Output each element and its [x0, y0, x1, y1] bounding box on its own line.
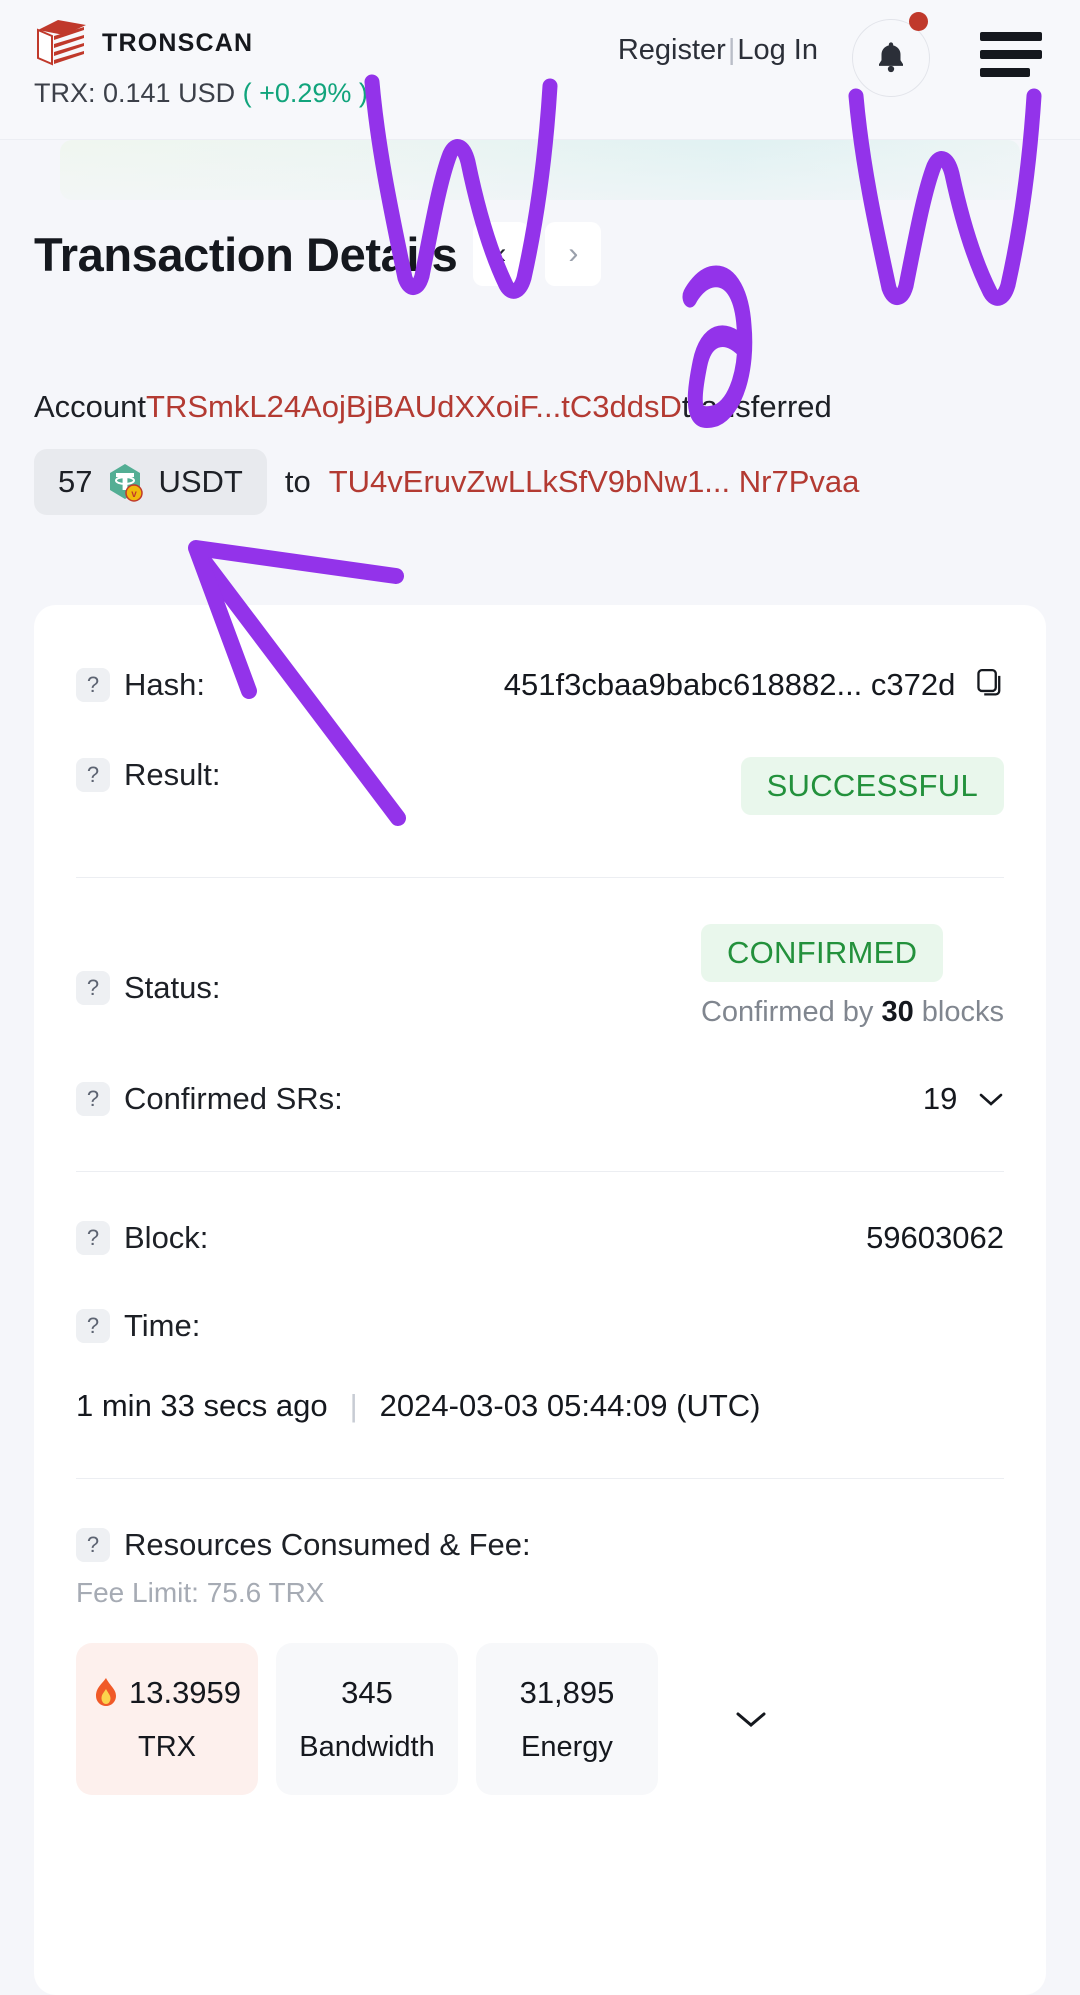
resources-row: ? Resources Consumed & Fee: — [34, 1479, 1046, 1563]
result-row: ? Result: SUCCESSFUL — [34, 703, 1046, 815]
result-label: Result: — [124, 757, 221, 792]
transfer-summary-line: AccountTRSmkL24AojBjBAUdXXoiF...tC3ddsDt… — [34, 388, 1046, 427]
resource-unit: Bandwidth — [299, 1730, 435, 1763]
bell-icon — [879, 42, 903, 73]
usdt-token-icon: v — [110, 463, 144, 502]
resource-card-energy: 31,895 Energy — [476, 1643, 658, 1795]
help-icon[interactable]: ? — [76, 758, 110, 792]
page-root: TRONSCAN TRX: 0.141 USD ( +0.29% ) Regis… — [0, 0, 1080, 1995]
resources-label-wrap: ? Resources Consumed & Fee: — [76, 1527, 531, 1563]
help-icon[interactable]: ? — [76, 1221, 110, 1255]
time-separator: | — [349, 1388, 358, 1423]
block-label-wrap: ? Block: — [76, 1220, 208, 1256]
to-address-link[interactable]: TU4vEruvZwLLkSfV9bNw1... Nr7Pvaa — [329, 464, 860, 500]
time-label: Time: — [124, 1308, 201, 1343]
resource-card-trx: 13.3959 TRX — [76, 1643, 258, 1795]
expand-resources-chevron-down-icon[interactable] — [734, 1709, 768, 1729]
auth-links: Register|Log In — [618, 34, 818, 67]
result-badge-wrap: SUCCESSFUL — [740, 757, 1004, 815]
help-icon[interactable]: ? — [76, 1309, 110, 1343]
trx-price: TRX: 0.141 USD ( +0.29% ) — [34, 78, 368, 109]
hash-label-wrap: ? Hash: — [76, 667, 205, 703]
transferred-word: transferred — [681, 389, 832, 424]
confirmed-prefix: Confirmed by — [700, 996, 874, 1028]
hash-label: Hash: — [124, 667, 205, 702]
resource-value: 345 — [341, 1674, 393, 1710]
help-icon[interactable]: ? — [76, 971, 110, 1005]
transaction-details-card: ? Hash: 451f3cbaa9babc618882... c372d ? … — [34, 605, 1046, 1995]
block-row: ? Block: 59603062 — [34, 1172, 1046, 1256]
resource-value: 13.3959 — [128, 1674, 242, 1710]
time-absolute: 2024-03-03 05:44:09 (UTC) — [379, 1388, 761, 1423]
login-link[interactable]: Log In — [737, 34, 818, 66]
status-value-wrap: CONFIRMED Confirmed by 30 blocks — [700, 924, 1004, 1029]
time-label-wrap: ? Time: — [76, 1308, 200, 1344]
status-badge: SUCCESSFUL — [740, 757, 1004, 815]
svg-text:v: v — [132, 489, 138, 500]
trx-price-label: TRX: 0.141 USD — [34, 78, 236, 108]
status-label: Status: — [124, 970, 221, 1005]
time-row: ? Time: — [34, 1256, 1046, 1344]
next-transaction-button[interactable]: › — [545, 222, 602, 286]
hash-row: ? Hash: 451f3cbaa9babc618882... c372d — [34, 605, 1046, 703]
resource-unit: TRX — [138, 1730, 196, 1763]
time-relative: 1 min 33 secs ago — [76, 1388, 328, 1423]
block-value[interactable]: 59603062 — [866, 1220, 1004, 1256]
resources-label: Resources Consumed & Fee: — [124, 1527, 531, 1562]
token-symbol: USDT — [158, 463, 243, 499]
resource-value-wrap: 31,895 — [520, 1675, 615, 1711]
confirmed-srs-value-wrap[interactable]: 19 — [923, 1081, 1004, 1117]
notification-badge-dot — [909, 12, 928, 31]
confirmed-suffix: blocks — [921, 996, 1004, 1028]
brand-logo[interactable]: TRONSCAN — [34, 18, 253, 68]
status-row: ? Status: CONFIRMED Confirmed by 30 bloc… — [34, 878, 1046, 1029]
resource-value-wrap: 13.3959 — [93, 1675, 241, 1711]
burger-line — [980, 32, 1042, 41]
confirmed-count: 30 — [881, 996, 914, 1028]
to-word: to — [284, 463, 311, 499]
resource-unit: Energy — [521, 1730, 613, 1763]
prev-transaction-button[interactable]: ‹ — [473, 222, 530, 286]
status-label-wrap: ? Status: — [76, 970, 221, 1006]
auth-separator: | — [727, 34, 736, 66]
copy-icon[interactable] — [976, 669, 1004, 699]
burger-line — [980, 50, 1042, 59]
confirmed-srs-label-wrap: ? Confirmed SRs: — [76, 1081, 343, 1117]
confirmed-blocks-note: Confirmed by 30 blocks — [701, 996, 1004, 1029]
help-icon[interactable]: ? — [76, 1082, 110, 1116]
resource-value-wrap: 345 — [341, 1675, 393, 1711]
amount-value: 57 — [58, 463, 93, 499]
transfer-amount-row: 57 v USDT to TU4vEruvZwLLkSfV9bNw1... Nr… — [34, 448, 1046, 515]
tronscan-logo-icon — [37, 20, 86, 66]
page-title: Transaction Details — [34, 227, 458, 281]
time-values: 1 min 33 secs ago | 2024-03-03 05:44:09 … — [34, 1388, 1046, 1424]
confirmed-srs-label: Confirmed SRs: — [124, 1081, 343, 1116]
account-word: Account — [34, 389, 147, 424]
site-header: TRONSCAN TRX: 0.141 USD ( +0.29% ) Regis… — [0, 0, 1080, 140]
confirmed-srs-row: ? Confirmed SRs: 19 — [34, 1029, 1046, 1117]
hash-value-wrap: 451f3cbaa9babc618882... c372d — [504, 667, 1004, 703]
register-link[interactable]: Register — [618, 34, 726, 66]
help-icon[interactable]: ? — [76, 1528, 110, 1562]
fire-icon — [95, 1677, 116, 1706]
from-address-link[interactable]: TRSmkL24AojBjBAUdXXoiF...tC3ddsD — [146, 389, 682, 424]
hash-value: 451f3cbaa9babc618882... c372d — [503, 667, 956, 702]
hamburger-menu-icon[interactable] — [980, 32, 1042, 78]
brand-name: TRONSCAN — [102, 28, 254, 57]
confirmed-badge: CONFIRMED — [700, 924, 944, 982]
fee-limit: Fee Limit: 75.6 TRX — [76, 1577, 325, 1608]
result-label-wrap: ? Result: — [76, 757, 220, 793]
resource-cards: 13.3959 TRX 345 Bandwidth 31,895 Energy — [34, 1643, 1046, 1795]
confirmed-srs-value: 19 — [922, 1081, 958, 1116]
block-label: Block: — [124, 1220, 209, 1255]
burger-line — [980, 68, 1030, 77]
page-title-row: Transaction Details ‹ › — [34, 222, 602, 286]
resource-card-bandwidth: 345 Bandwidth — [276, 1643, 458, 1795]
help-icon[interactable]: ? — [76, 668, 110, 702]
resource-value: 31,895 — [519, 1674, 615, 1710]
trx-price-change: ( +0.29% ) — [242, 78, 368, 108]
amount-chip[interactable]: 57 v USDT — [34, 448, 267, 515]
chevron-down-icon — [979, 1093, 1003, 1106]
transfer-summary: AccountTRSmkL24AojBjBAUdXXoiF...tC3ddsDt… — [34, 388, 1046, 515]
